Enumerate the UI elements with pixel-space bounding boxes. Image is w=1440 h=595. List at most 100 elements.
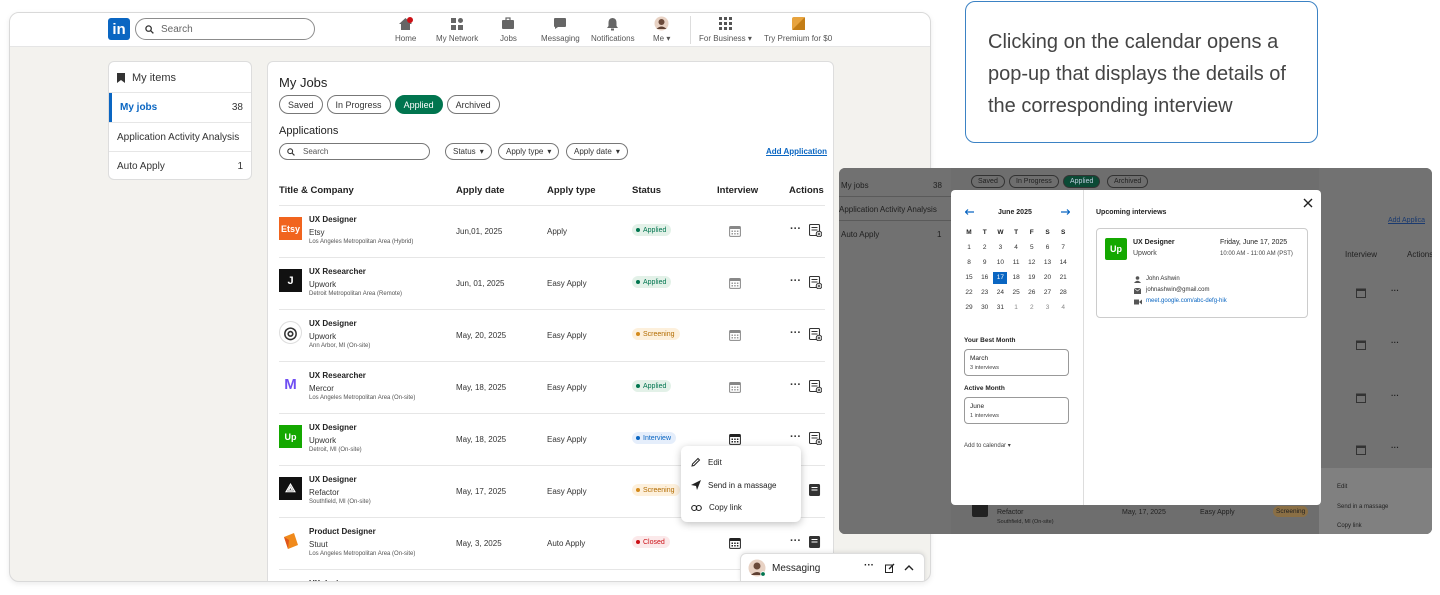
tab-in-progress[interactable]: In Progress bbox=[326, 95, 391, 114]
calendar-day[interactable]: 14 bbox=[1056, 257, 1070, 269]
calendar-day[interactable]: 26 bbox=[1025, 287, 1039, 299]
calendar-icon[interactable] bbox=[729, 381, 741, 393]
calendar-day[interactable]: 12 bbox=[1025, 257, 1039, 269]
job-title[interactable]: UX Designer bbox=[309, 319, 357, 328]
calendar-day[interactable]: 17 bbox=[993, 272, 1008, 284]
sidebar-item-auto-apply[interactable]: Auto Apply 1 bbox=[109, 152, 251, 180]
job-title[interactable]: UX Designer bbox=[309, 215, 357, 224]
nav-for-business[interactable]: For Business ▾ bbox=[699, 16, 752, 43]
sidebar-item-activity-analysis[interactable]: Application Activity Analysis bbox=[109, 123, 251, 151]
calendar-day[interactable]: 15 bbox=[962, 272, 976, 284]
job-title[interactable]: UX Researcher bbox=[309, 267, 366, 276]
applications-search-input[interactable]: Search bbox=[279, 143, 430, 160]
tab-saved[interactable]: Saved bbox=[279, 95, 323, 114]
calendar-day[interactable]: 25 bbox=[1009, 287, 1023, 299]
calendar-icon[interactable] bbox=[729, 329, 741, 341]
menu-item-send-message[interactable]: Send in a massage bbox=[691, 480, 777, 490]
job-title[interactable]: Product Designer bbox=[309, 527, 376, 536]
nav-messaging[interactable]: Messaging bbox=[541, 16, 580, 43]
calendar-day[interactable]: 13 bbox=[1041, 257, 1055, 269]
calendar-day[interactable]: 2 bbox=[978, 242, 992, 254]
calendar-icon[interactable] bbox=[729, 277, 741, 289]
tab-archived[interactable]: Archived bbox=[446, 95, 500, 114]
calendar-day[interactable]: 10 bbox=[993, 257, 1007, 269]
add-note-icon[interactable] bbox=[809, 432, 822, 445]
compose-icon[interactable] bbox=[885, 563, 895, 573]
sidebar-item-my-jobs[interactable]: My jobs 38 bbox=[109, 93, 251, 122]
nav-jobs[interactable]: Jobs bbox=[500, 16, 517, 43]
table-row[interactable]: J UX Researcher Upwork Detroit Metropolitan… bbox=[279, 258, 825, 310]
nav-me[interactable]: Me ▾ bbox=[653, 16, 670, 43]
tab-applied[interactable]: Applied bbox=[394, 95, 443, 114]
calendar-day[interactable]: 2 bbox=[1025, 302, 1039, 314]
messaging-bar[interactable]: Messaging ··· bbox=[740, 553, 925, 581]
apply-date-filter[interactable]: Apply date ▾ bbox=[566, 143, 628, 160]
nav-home[interactable]: Home bbox=[395, 16, 416, 43]
add-to-calendar-dropdown[interactable]: Add to calendar ▾ bbox=[964, 442, 1011, 449]
more-actions-icon[interactable]: ··· bbox=[790, 431, 801, 443]
more-actions-icon[interactable]: ··· bbox=[790, 379, 801, 391]
calendar-day[interactable]: 8 bbox=[962, 257, 976, 269]
more-actions-icon[interactable]: ··· bbox=[790, 275, 801, 287]
next-month-arrow[interactable] bbox=[1061, 209, 1070, 215]
calendar-day[interactable]: 7 bbox=[1056, 242, 1070, 254]
calendar-day[interactable]: 11 bbox=[1009, 257, 1023, 269]
note-icon[interactable] bbox=[809, 536, 822, 549]
close-icon[interactable] bbox=[1303, 198, 1313, 208]
apply-type-filter[interactable]: Apply type ▾ bbox=[498, 143, 560, 160]
calendar-day[interactable]: 29 bbox=[962, 302, 976, 314]
meeting-link[interactable]: meet.google.com/abc-defg-hik bbox=[1146, 298, 1227, 304]
calendar-day[interactable]: 24 bbox=[993, 287, 1007, 299]
global-search[interactable]: Search bbox=[135, 18, 315, 40]
nav-notifications[interactable]: Notifications bbox=[591, 16, 635, 43]
job-title[interactable]: UX Designer bbox=[309, 475, 357, 484]
calendar-day[interactable]: 31 bbox=[993, 302, 1007, 314]
calendar-day[interactable]: 9 bbox=[978, 257, 992, 269]
previous-month-arrow[interactable] bbox=[965, 209, 974, 215]
calendar-icon[interactable] bbox=[729, 537, 741, 549]
calendar-day[interactable]: 21 bbox=[1056, 272, 1070, 284]
calendar-day[interactable]: 20 bbox=[1041, 272, 1055, 284]
calendar-day[interactable]: 4 bbox=[1056, 302, 1070, 314]
calendar-day[interactable]: 23 bbox=[978, 287, 992, 299]
calendar-day[interactable]: 16 bbox=[978, 272, 992, 284]
linkedin-logo[interactable]: in bbox=[108, 18, 130, 40]
calendar-day[interactable]: 30 bbox=[978, 302, 992, 314]
calendar-day[interactable]: 1 bbox=[1009, 302, 1023, 314]
calendar-day[interactable]: 5 bbox=[1025, 242, 1039, 254]
nav-my-network[interactable]: My Network bbox=[436, 16, 478, 43]
note-icon[interactable] bbox=[809, 484, 822, 497]
calendar-day[interactable]: 1 bbox=[962, 242, 976, 254]
calendar-day[interactable]: 19 bbox=[1025, 272, 1039, 284]
more-actions-icon[interactable]: ··· bbox=[790, 223, 801, 235]
calendar-icon[interactable] bbox=[729, 433, 741, 445]
table-row[interactable]: Etsy UX Designer Etsy Los Angeles Metropoli… bbox=[279, 206, 825, 258]
calendar-day[interactable]: 3 bbox=[993, 242, 1007, 254]
table-row[interactable]: ◎ UX Designer Upwork Ann Arbor, MI (On-site… bbox=[279, 310, 825, 362]
more-icon[interactable]: ··· bbox=[864, 560, 874, 571]
add-note-icon[interactable] bbox=[809, 276, 822, 289]
add-note-icon[interactable] bbox=[809, 380, 822, 393]
calendar-icon[interactable] bbox=[729, 225, 741, 237]
calendar-day[interactable]: 22 bbox=[962, 287, 976, 299]
job-title[interactable]: UX Designer bbox=[309, 423, 357, 432]
calendar-day[interactable]: 28 bbox=[1056, 287, 1070, 299]
calendar-day[interactable]: 4 bbox=[1009, 242, 1023, 254]
calendar-day[interactable]: 6 bbox=[1041, 242, 1055, 254]
add-note-icon[interactable] bbox=[809, 224, 822, 237]
calendar-day[interactable]: 18 bbox=[1009, 272, 1023, 284]
nav-premium[interactable]: Try Premium for $0 bbox=[764, 16, 832, 43]
chevron-up-icon[interactable] bbox=[904, 564, 914, 571]
table-row[interactable]: M UX Researcher Mercor Los Angeles Metropol… bbox=[279, 362, 825, 414]
calendar-day[interactable]: 3 bbox=[1041, 302, 1055, 314]
menu-item-edit[interactable]: Edit bbox=[691, 457, 722, 467]
menu-item-copy-link[interactable]: Copy link bbox=[691, 503, 742, 512]
status-filter[interactable]: Status ▾ bbox=[445, 143, 492, 160]
interviewer-email[interactable]: johnashwin@gmail.com bbox=[1146, 287, 1209, 293]
add-application-link[interactable]: Add Application bbox=[766, 147, 827, 156]
add-note-icon[interactable] bbox=[809, 328, 822, 341]
job-title[interactable]: UX designer bbox=[309, 579, 356, 581]
job-title[interactable]: UX Researcher bbox=[309, 371, 366, 380]
calendar-day[interactable]: 27 bbox=[1041, 287, 1055, 299]
more-actions-icon[interactable]: ··· bbox=[790, 327, 801, 339]
